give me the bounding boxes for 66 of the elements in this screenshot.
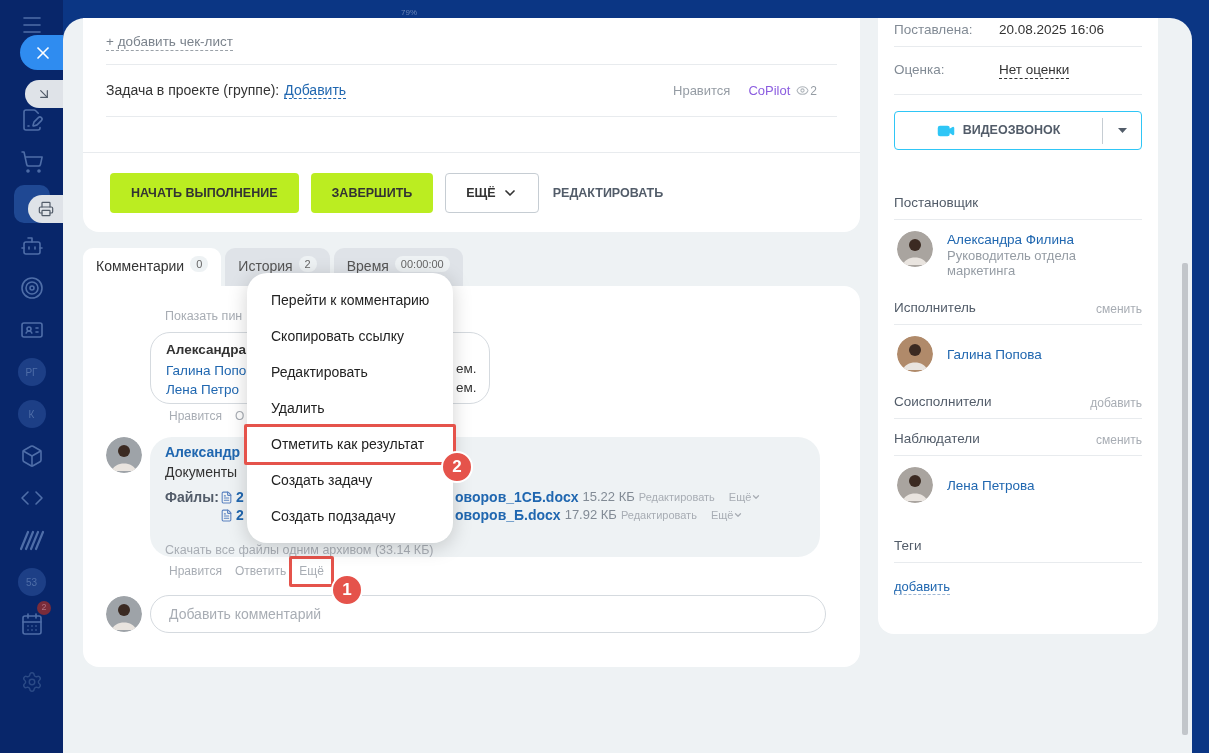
printer-icon[interactable] bbox=[37, 201, 54, 217]
mention-link[interactable]: Лена Петро bbox=[166, 381, 240, 397]
document-icon bbox=[220, 508, 233, 522]
video-call-button[interactable]: ВИДЕОЗВОНОК bbox=[894, 111, 1142, 150]
detail-label: Поставлена: bbox=[894, 20, 974, 39]
document-icon bbox=[220, 490, 233, 504]
sidebar-icon[interactable] bbox=[19, 276, 44, 300]
avatar bbox=[106, 596, 142, 632]
close-button[interactable] bbox=[20, 35, 63, 70]
file-size: 17.92 КБ bbox=[564, 506, 617, 525]
comment-text: Документы bbox=[165, 462, 238, 482]
sidebar-icon[interactable] bbox=[19, 234, 44, 258]
detail-label: Оценка: bbox=[894, 61, 946, 80]
comment-input[interactable]: Добавить комментарий bbox=[150, 595, 826, 633]
copilot-link[interactable]: CoPilot bbox=[748, 80, 791, 101]
sidebar-icon[interactable] bbox=[19, 444, 44, 468]
mention-link[interactable]: Галина Попо bbox=[166, 362, 247, 378]
menu-item[interactable]: Создать задачу bbox=[271, 462, 373, 498]
section-title: Постановщик bbox=[894, 194, 979, 213]
files-label: Файлы: bbox=[165, 489, 219, 505]
rating-link[interactable]: Нет оценки bbox=[999, 62, 1070, 79]
section-title: Соисполнители bbox=[894, 393, 992, 412]
menu-item[interactable]: Редактировать bbox=[271, 354, 368, 390]
more-dropdown-button[interactable]: ЕЩЁ bbox=[445, 173, 539, 213]
stripes-logo-icon[interactable] bbox=[18, 529, 45, 551]
settings-icon[interactable] bbox=[20, 671, 43, 693]
add-checklist-link[interactable]: + добавить чек-лист bbox=[106, 33, 233, 51]
file-size: 15.22 КБ bbox=[582, 488, 635, 507]
menu-item[interactable]: Скопировать ссылку bbox=[271, 318, 405, 354]
person-link[interactable]: Александра Филина bbox=[947, 231, 1087, 248]
caret-icon[interactable] bbox=[1117, 128, 1127, 133]
avatar bbox=[106, 437, 142, 473]
sidebar-icon[interactable] bbox=[19, 612, 44, 636]
person-link[interactable]: Лена Петрова bbox=[947, 477, 1035, 494]
notification-badge: 2 bbox=[37, 601, 51, 615]
eye-icon bbox=[796, 84, 810, 97]
project-label: Задача в проекте (группе): bbox=[106, 81, 280, 100]
print-button[interactable] bbox=[28, 195, 63, 223]
person-link[interactable]: Галина Попова bbox=[947, 346, 1042, 363]
add-project-link[interactable]: Добавить bbox=[284, 82, 347, 99]
comment-author-link[interactable]: Александр bbox=[165, 441, 241, 463]
section-title: Теги bbox=[894, 537, 922, 556]
like-link[interactable]: Нравится bbox=[673, 80, 731, 101]
scrollbar[interactable] bbox=[1182, 263, 1188, 735]
comment-author: Александра bbox=[166, 341, 246, 360]
avatar bbox=[897, 467, 933, 503]
add-tag-link[interactable]: добавить bbox=[894, 579, 951, 595]
menu-item[interactable]: Удалить bbox=[271, 390, 325, 426]
step-badge: 1 bbox=[331, 574, 363, 606]
action-button[interactable]: ЗАВЕРШИТЬ bbox=[310, 173, 434, 213]
avatar bbox=[897, 336, 933, 372]
section-title: Исполнитель bbox=[894, 299, 976, 318]
comment-text: ем. bbox=[456, 360, 477, 379]
detail-value: 20.08.2025 16:06 bbox=[999, 20, 1105, 39]
section-title: Наблюдатели bbox=[894, 430, 980, 449]
view-count: 2 bbox=[810, 82, 817, 100]
sidebar-icon[interactable] bbox=[19, 150, 44, 174]
edit-button[interactable]: РЕДАКТИРОВАТЬ bbox=[550, 173, 666, 213]
action-button[interactable]: НАЧАТЬ ВЫПОЛНЕНИЕ bbox=[110, 173, 299, 213]
zoom-label: 79% bbox=[401, 7, 417, 19]
menu-item[interactable]: Создать подзадачу bbox=[271, 498, 396, 534]
minimize-button[interactable] bbox=[25, 80, 63, 108]
comment-text: ем. bbox=[456, 379, 477, 398]
avatar bbox=[897, 231, 933, 267]
person-position: Руководитель отдела маркетинга bbox=[947, 248, 1078, 278]
tab[interactable]: Комментарии 0 bbox=[83, 248, 222, 286]
